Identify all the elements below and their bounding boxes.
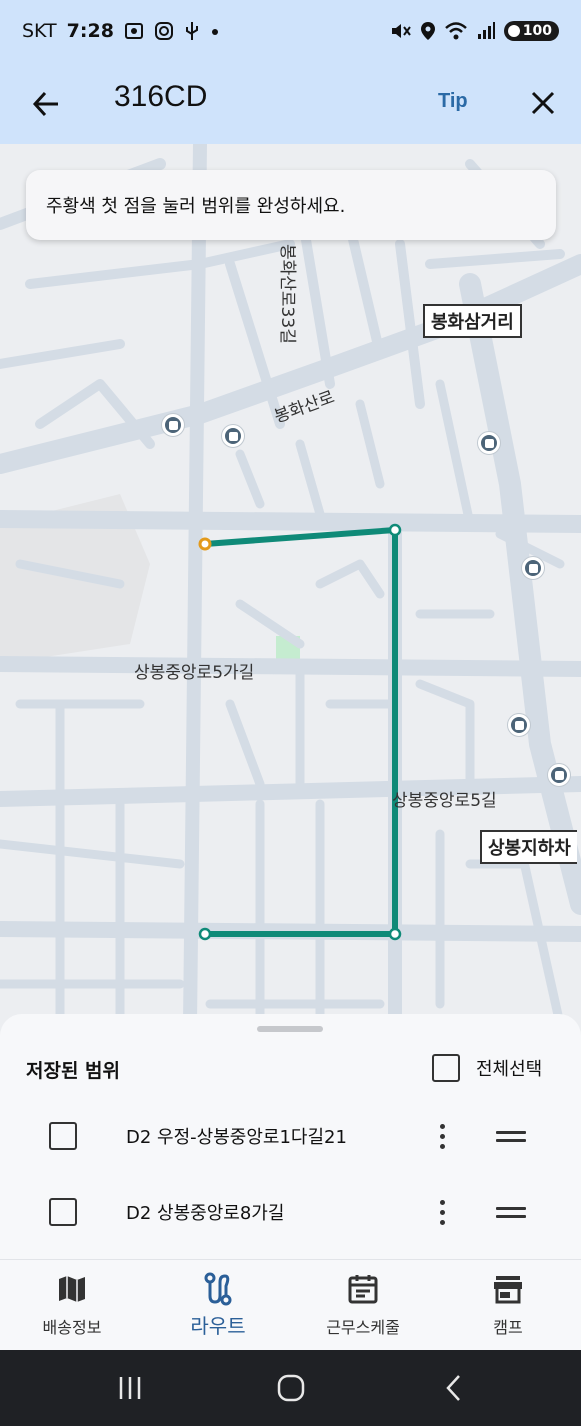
toast-message: 주황색 첫 점을 눌러 범위를 완성하세요. [46,196,346,217]
tip-button[interactable]: Tip [438,90,468,113]
bus-stop-icon[interactable] [222,425,244,447]
wifi-icon [444,21,468,41]
select-all-toggle[interactable]: 전체선택 [432,1054,542,1082]
nav-label: 배송정보 [42,1318,102,1337]
nav-work-schedule[interactable]: 근무스케줄 [312,1260,414,1351]
street-label: 상봉중앙로5가길 [134,663,255,683]
nav-label: 캠프 [493,1318,523,1337]
status-left: SKT 7:28 [22,20,220,42]
calendar-icon [347,1272,379,1306]
route-icon [202,1272,234,1306]
map-view[interactable]: 상봉중앙로5가길 상봉중앙로5길 봉화산로 봉화산로33길 봉화삼거리 상봉지하… [0,144,581,1024]
close-icon [531,91,555,115]
status-right: 100 [390,21,559,41]
nav-label: 근무스케줄 [326,1318,400,1337]
signal-icon [476,21,496,41]
screenshot-icon [124,21,144,41]
instagram-icon [154,21,174,41]
arrow-left-icon [32,91,58,117]
app-bar: 316CD Tip [0,62,581,144]
instruction-toast: 주황색 첫 점을 눌러 범위를 완성하세요. [26,170,556,240]
range-checkbox[interactable] [49,1198,77,1226]
drag-handle-icon[interactable] [496,1126,526,1146]
location-icon [420,21,436,41]
recent-apps-icon [119,1377,141,1399]
chevron-left-icon [446,1375,460,1401]
sheet-title: 저장된 범위 [26,1060,121,1082]
close-button[interactable] [522,82,564,124]
usb-icon [184,21,200,41]
nav-route[interactable]: 라우트 [170,1260,266,1351]
bus-stop-icon[interactable] [508,714,530,736]
back-button[interactable] [26,84,66,124]
battery-indicator: 100 [503,21,559,41]
bottom-navigation: 배송정보 라우트 근무스케줄 캠프 [0,1259,581,1350]
range-list-item[interactable]: D2 우정-상봉중앙로1다길21 [0,1100,581,1172]
range-checkbox[interactable] [49,1122,77,1150]
drag-handle-icon[interactable] [496,1202,526,1222]
bus-stop-icon[interactable] [548,764,570,786]
dot-icon [210,21,220,41]
battery-level: 100 [522,23,552,39]
home-icon [277,1374,305,1402]
nav-camp[interactable]: 캠프 [468,1260,548,1351]
more-options-button[interactable] [432,1192,452,1232]
range-label: D2 상봉중앙로8가길 [126,1203,285,1224]
route-vertex[interactable] [388,927,402,941]
route-vertex[interactable] [198,927,212,941]
place-label: 봉화삼거리 [423,304,522,338]
nav-delivery-info[interactable]: 배송정보 [22,1260,122,1351]
street-label: 봉화산로33길 [277,244,297,344]
route-vertex[interactable] [388,523,402,537]
place-label: 상봉지하차 [480,830,577,864]
more-options-button[interactable] [432,1116,452,1156]
battery-protect-icon [507,25,520,37]
mute-icon [390,21,412,41]
system-navigation-bar [0,1350,581,1426]
range-list-item[interactable]: D2 상봉중앙로8가길 [0,1176,581,1248]
bus-stop-icon[interactable] [522,557,544,579]
range-label: D2 우정-상봉중앙로1다길21 [126,1127,347,1148]
page-title: 316CD [114,80,208,113]
saved-ranges-sheet: 저장된 범위 전체선택 D2 우정-상봉중앙로1다길21 D2 상봉중앙로8가길 [0,1014,581,1259]
carrier-label: SKT [22,20,57,42]
recent-apps-button[interactable] [110,1370,150,1406]
bus-stop-icon[interactable] [162,414,184,436]
clock: 7:28 [66,20,114,42]
system-back-button[interactable] [434,1370,474,1406]
street-label: 상봉중앙로5길 [392,791,497,811]
select-all-checkbox[interactable] [432,1054,460,1082]
nav-label: 라우트 [190,1314,246,1338]
bus-stop-icon[interactable] [478,432,500,454]
start-point[interactable] [198,537,212,551]
status-bar: SKT 7:28 100 [0,0,581,62]
home-button[interactable] [271,1370,311,1406]
sheet-drag-handle[interactable] [257,1026,323,1032]
store-icon [492,1272,524,1306]
map-icon [56,1272,88,1306]
select-all-label: 전체선택 [476,1059,543,1080]
